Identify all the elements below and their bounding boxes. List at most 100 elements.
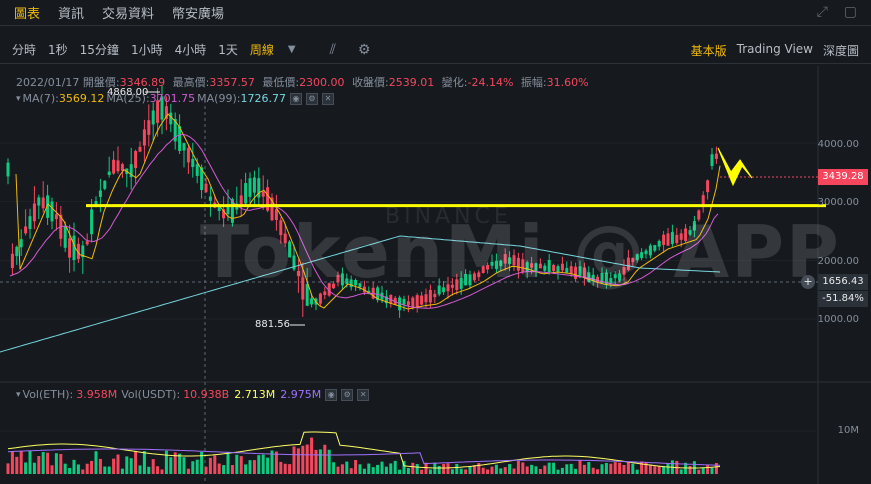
volume-bar (274, 451, 278, 474)
volume-bar (701, 467, 705, 474)
volume-bar (499, 468, 503, 474)
volume-bar (252, 460, 256, 474)
volume-legend: ▾ Vol(ETH): 3.958M Vol(USDT): 10.938B 2.… (16, 388, 370, 401)
visibility-icon[interactable]: ◉ (325, 388, 338, 401)
candle-body (714, 153, 718, 159)
volume-bar (6, 463, 10, 474)
volume-bar (208, 457, 212, 474)
amplitude-label: 振幅: (520, 76, 547, 89)
volume-bar (314, 449, 318, 474)
candle-body (85, 241, 89, 245)
candle-body (310, 298, 314, 305)
volume-bar (380, 461, 384, 474)
candle-body (208, 196, 212, 201)
candle-body (54, 214, 58, 220)
volume-bar (230, 465, 234, 474)
volume-bar (666, 463, 670, 474)
volume-bar (552, 462, 556, 474)
ohlc-legend: 2022/01/17 開盤價:3346.89 最高價:3357.57 最低價:2… (16, 74, 593, 90)
volume-bar (534, 466, 538, 474)
collapse-chevron-icon[interactable]: ▾ (16, 390, 21, 400)
volume-bar (296, 448, 300, 474)
candle-body (406, 301, 410, 306)
candle-body (134, 151, 138, 169)
volume-bar (512, 468, 516, 474)
volume-bar (626, 462, 630, 474)
volume-bar (24, 462, 28, 474)
low-value: 2300.00 (299, 76, 345, 89)
volume-bar (697, 469, 701, 474)
add-alert-icon[interactable]: + (801, 275, 815, 289)
volume-bar (428, 469, 432, 474)
volume-bar (244, 464, 248, 474)
volume-bar (367, 463, 371, 474)
volume-bar (213, 455, 217, 474)
volume-bar (257, 455, 261, 474)
volume-bar (587, 462, 591, 474)
candle-body (15, 246, 19, 257)
volume-bar (169, 457, 173, 474)
volume-bar (81, 469, 85, 474)
volume-bar (156, 466, 160, 474)
volume-bar (376, 464, 380, 474)
volume-bar (560, 467, 564, 474)
volume-bar (239, 456, 243, 474)
close-icon[interactable]: ✕ (357, 388, 370, 401)
candle-body (204, 183, 208, 193)
current-price-tag: 3439.28 (818, 169, 868, 185)
volume-bar (477, 463, 481, 474)
volume-bar (371, 467, 375, 474)
candle-body (10, 253, 14, 268)
candle-body (142, 129, 146, 146)
candle-body (248, 178, 252, 197)
collapse-chevron-icon[interactable]: ▾ (16, 94, 21, 104)
close-label: 收盤價: (352, 76, 389, 89)
volume-bar (10, 451, 14, 474)
close-icon[interactable]: ✕ (321, 92, 334, 105)
volume-bar (455, 463, 459, 474)
volume-bar (226, 452, 230, 474)
volume-bar (217, 463, 221, 474)
volume-bar (442, 463, 446, 474)
volume-bar (714, 462, 718, 474)
high-value: 3357.57 (209, 76, 255, 89)
vol-ma1-value: 2.713M (234, 388, 276, 401)
volume-bar (134, 450, 138, 474)
volume-bar (72, 459, 76, 474)
candle-body (19, 239, 23, 248)
volume-bar (310, 437, 314, 474)
vol-settings-icon[interactable]: ⚙ (341, 388, 354, 401)
volume-bar (481, 467, 485, 474)
volume-bar (327, 449, 331, 474)
axis-label-vol-10m: 10M (837, 425, 859, 436)
candle-body (37, 197, 41, 206)
candle-body (112, 159, 116, 174)
ath-annotation: 4868.00 (107, 87, 149, 98)
volume-bar (600, 464, 604, 474)
volume-bar (32, 462, 36, 474)
watermark-brand: BINANCE (385, 204, 512, 229)
volume-bar (609, 463, 613, 474)
volume-bar (138, 465, 142, 474)
volume-bar (415, 464, 419, 474)
volume-bar (631, 463, 635, 474)
volume-bar (305, 444, 309, 474)
volume-bar (525, 466, 529, 474)
volume-bar (486, 469, 490, 474)
candle-body (186, 148, 190, 163)
volume-bar (98, 458, 102, 474)
volume-bar (19, 450, 23, 474)
volume-bar (292, 446, 296, 474)
volume-bar (37, 456, 41, 474)
volume-bar (591, 467, 595, 474)
volume-bar (574, 468, 578, 474)
volume-bar (516, 460, 520, 474)
ma-settings-icon[interactable]: ⚙ (305, 92, 318, 105)
volume-bar (508, 464, 512, 474)
visibility-icon[interactable]: ◉ (289, 92, 302, 105)
volume-bar (459, 468, 463, 474)
volume-bar (393, 460, 397, 474)
volume-bar (547, 462, 551, 474)
volume-bar (85, 463, 89, 474)
volume-bar (450, 469, 454, 474)
